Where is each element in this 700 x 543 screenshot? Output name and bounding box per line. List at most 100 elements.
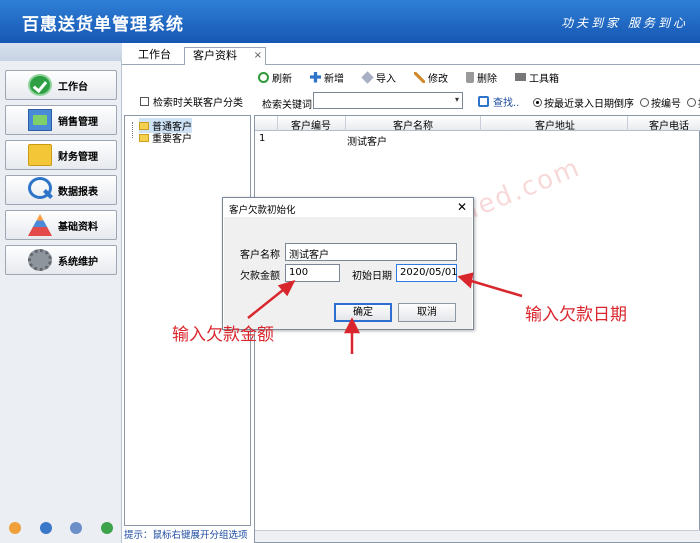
base-data-icon	[28, 214, 52, 236]
nav-system-button[interactable]: 系统维护	[5, 245, 117, 275]
radio-sort-other[interactable]	[687, 98, 696, 107]
close-icon[interactable]: ✕	[457, 200, 467, 214]
search-label: 检索关键词	[262, 100, 312, 111]
annotation-date: 输入欠款日期	[525, 305, 627, 325]
nav-label: 系统维护	[58, 256, 98, 268]
gear-icon	[28, 249, 52, 271]
tab-label: 客户资料	[193, 49, 237, 62]
toolbar-label: 刷新	[272, 73, 292, 85]
find-button[interactable]: 查找..	[478, 94, 519, 109]
calculator-icon[interactable]	[70, 522, 83, 534]
customer-name-label: 客户名称	[240, 250, 280, 261]
checkbox-label: 检索时关联客户分类	[153, 98, 243, 109]
column-header[interactable]: 客户编号	[291, 117, 331, 132]
toolbar-label: 删除	[477, 73, 497, 85]
radio-sort-date[interactable]	[533, 98, 542, 107]
add-button[interactable]: 新增	[310, 70, 344, 85]
delete-icon	[466, 71, 474, 83]
toolbox-icon	[515, 73, 526, 81]
add-icon	[310, 71, 321, 83]
help-icon[interactable]	[100, 522, 113, 534]
checkbox[interactable]	[140, 97, 149, 106]
import-button[interactable]: 导入	[361, 70, 396, 85]
delete-button[interactable]: 删除	[466, 70, 497, 85]
nav-base-data-button[interactable]: 基础资料	[5, 210, 117, 240]
edit-button[interactable]: 修改	[414, 70, 448, 85]
tab-workbench[interactable]: 工作台	[130, 47, 179, 65]
debt-init-dialog: 客户欠款初始化 ✕ 客户名称 测试客户 欠款金额 100 初始日期 2020/0…	[222, 197, 474, 330]
column-separator	[627, 116, 628, 131]
toolbar-label: 新增	[324, 73, 344, 85]
nav-sales-button[interactable]: 销售管理	[5, 105, 117, 135]
nav-workbench-button[interactable]: 工作台	[5, 70, 117, 100]
row-customer-name: 测试客户	[347, 137, 387, 148]
column-header[interactable]: 客户名称	[393, 117, 433, 132]
debt-amount-field[interactable]: 100	[285, 264, 340, 282]
toolbar-label: 修改	[428, 73, 448, 85]
column-header[interactable]: 客户电话	[649, 117, 689, 132]
toolbox-button[interactable]: 工具箱	[515, 70, 559, 85]
init-date-label: 初始日期	[352, 271, 392, 282]
tree-item[interactable]: 重要客户	[139, 130, 192, 145]
check-circle-icon	[28, 74, 52, 96]
app-header: 百惠送货单管理系统 功夫到家 服务到心	[0, 0, 700, 43]
toolbar: 刷新 新增 导入 修改 删除 工具箱	[250, 67, 700, 87]
toolbar-label: 工具箱	[529, 73, 559, 85]
toolbar-label: 导入	[376, 73, 396, 85]
column-separator	[480, 116, 481, 131]
column-separator	[277, 116, 278, 131]
search-input[interactable]: ▾	[313, 92, 463, 109]
nav-top-strip	[0, 43, 122, 61]
folder-icon	[28, 144, 52, 166]
radio-sort-number[interactable]	[640, 98, 649, 107]
edit-icon[interactable]	[9, 522, 22, 534]
tree-line	[132, 122, 133, 138]
dialog-body: 客户名称 测试客户 欠款金额 100 初始日期 2020/05/01 确定 取消	[224, 217, 472, 329]
find-label: 查找..	[493, 98, 520, 109]
nav-label: 基础资料	[58, 221, 98, 233]
annotation-amount: 输入欠款金额	[172, 325, 274, 345]
init-date-field[interactable]: 2020/05/01	[396, 264, 458, 282]
tab-bar: 工作台 客户资料 ×	[122, 43, 700, 65]
left-nav: 工作台 销售管理 财务管理 数据报表 基础资料 系统维护	[0, 43, 122, 543]
status-hint: 提示：鼠标右键展开分组选项	[124, 530, 248, 541]
folder-icon	[139, 121, 149, 130]
nav-footer	[0, 513, 122, 543]
category-search-checkbox[interactable]: 检索时关联客户分类	[140, 94, 243, 109]
refresh-icon	[258, 71, 269, 83]
find-icon	[478, 96, 489, 107]
nav-label: 财务管理	[58, 151, 98, 163]
refresh-button[interactable]: 刷新	[258, 70, 292, 85]
import-icon	[361, 70, 374, 84]
ok-button[interactable]: 确定	[334, 303, 392, 322]
debt-amount-label: 欠款金额	[240, 271, 280, 282]
close-icon[interactable]: ×	[254, 48, 262, 64]
magnifier-icon	[28, 177, 52, 199]
nav-reports-button[interactable]: 数据报表	[5, 175, 117, 205]
edit-icon	[414, 71, 425, 83]
grid-header: 客户编号 客户名称 客户地址 客户电话	[255, 116, 700, 132]
customer-name-field[interactable]: 测试客户	[285, 243, 457, 261]
tab-customer-info[interactable]: 客户资料 ×	[184, 47, 266, 65]
info-icon[interactable]	[39, 522, 52, 534]
nav-finance-button[interactable]: 财务管理	[5, 140, 117, 170]
table-row[interactable]: 1 测试客户	[255, 132, 700, 148]
horizontal-scrollbar[interactable]	[255, 530, 700, 542]
radio-label: 按编号	[651, 99, 681, 110]
nav-label: 销售管理	[58, 116, 98, 128]
nav-label: 数据报表	[58, 186, 98, 198]
dialog-title: 客户欠款初始化	[229, 205, 296, 216]
column-header[interactable]: 客户地址	[535, 117, 575, 132]
sales-icon	[28, 109, 52, 131]
app-title: 百惠送货单管理系统	[22, 15, 184, 35]
chevron-down-icon[interactable]: ▾	[455, 95, 459, 104]
app-slogan: 功夫到家 服务到心	[561, 16, 688, 30]
row-index: 1	[259, 133, 266, 144]
sort-options: 按最近录入日期倒序 按编号 按	[533, 95, 700, 110]
column-separator	[345, 116, 346, 131]
cancel-button[interactable]: 取消	[398, 303, 456, 322]
folder-icon	[139, 133, 149, 142]
tree-item-label: 重要客户	[152, 134, 192, 145]
radio-label: 按最近录入日期倒序	[544, 99, 634, 110]
nav-label: 工作台	[58, 81, 88, 93]
